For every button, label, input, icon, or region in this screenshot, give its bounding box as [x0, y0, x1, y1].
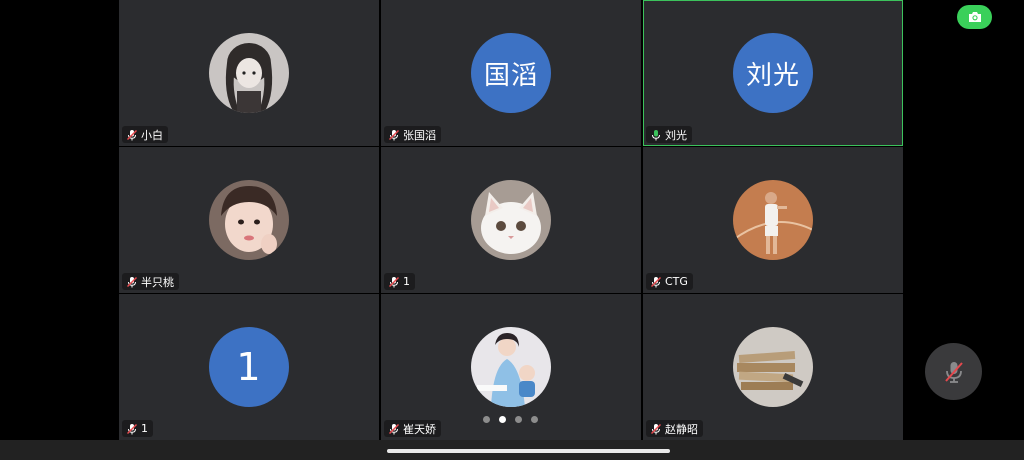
participant-name: 1 — [403, 275, 410, 288]
home-indicator[interactable] — [387, 449, 670, 453]
participant-name-tag: 1 — [384, 273, 415, 290]
participant-tile[interactable]: 国滔 张国滔 — [381, 0, 641, 146]
participant-tile[interactable]: CTG — [643, 147, 903, 293]
anime-girl-image — [209, 33, 289, 113]
participant-name: 半只桃 — [141, 275, 174, 289]
avatar — [733, 327, 813, 407]
mute-toggle-button[interactable] — [925, 343, 982, 400]
page-dot[interactable] — [531, 416, 538, 423]
participant-tile-active-speaker[interactable]: 刘光 刘光 — [643, 0, 903, 146]
page-indicator[interactable] — [483, 416, 538, 423]
page-dot-current[interactable] — [499, 416, 506, 423]
avatar — [209, 33, 289, 113]
page-dot[interactable] — [515, 416, 522, 423]
participant-name: 刘光 — [665, 128, 687, 142]
participant-name-tag: 半只桃 — [122, 273, 179, 290]
participant-name: 1 — [141, 422, 148, 435]
page-dot[interactable] — [483, 416, 490, 423]
mic-muted-icon — [126, 423, 138, 434]
mother-child-image — [471, 327, 551, 407]
participant-name-tag: CTG — [646, 273, 693, 290]
avatar: 国滔 — [471, 33, 551, 113]
white-cat-image — [471, 180, 551, 260]
basketball-player-image — [733, 180, 813, 260]
avatar — [209, 180, 289, 260]
participant-name: 张国滔 — [403, 128, 436, 142]
participant-name-tag: 赵静昭 — [646, 420, 703, 437]
participant-name: 崔天娇 — [403, 422, 436, 436]
mic-muted-icon — [388, 423, 400, 434]
mic-muted-icon — [126, 129, 138, 140]
mic-muted-icon — [650, 276, 662, 287]
avatar — [471, 327, 551, 407]
participant-name-tag: 张国滔 — [384, 126, 441, 143]
avatar — [471, 180, 551, 260]
mic-off-icon — [944, 361, 963, 383]
participant-tile[interactable]: 赵静昭 — [643, 294, 903, 440]
participant-name-tag: 1 — [122, 420, 153, 437]
participant-tile[interactable]: 1 — [381, 147, 641, 293]
participant-name-tag: 刘光 — [646, 126, 692, 143]
mic-muted-icon — [388, 276, 400, 287]
avatar: 1 — [209, 327, 289, 407]
participant-tile[interactable]: 小白 — [119, 0, 379, 146]
stacked-books-image — [733, 327, 813, 407]
avatar: 刘光 — [733, 33, 813, 113]
participant-grid: 小白 国滔 张国滔 刘光 刘光 半只桃 1 CTG 1 1 崔天娇 赵静昭 — [119, 0, 904, 440]
participant-tile[interactable]: 1 1 — [119, 294, 379, 440]
avatar — [733, 180, 813, 260]
mic-muted-icon — [126, 276, 138, 287]
mic-muted-icon — [650, 423, 662, 434]
participant-tile[interactable]: 半只桃 — [119, 147, 379, 293]
camera-button[interactable] — [957, 5, 992, 29]
participant-name-tag: 小白 — [122, 126, 168, 143]
mic-muted-icon — [388, 129, 400, 140]
camera-icon — [968, 12, 981, 22]
participant-name: 赵静昭 — [665, 422, 698, 436]
participant-name: CTG — [665, 275, 688, 288]
participant-name: 小白 — [141, 128, 163, 142]
participant-name-tag: 崔天娇 — [384, 420, 441, 437]
mic-active-icon — [652, 129, 660, 140]
girl-selfie-image — [209, 180, 289, 260]
